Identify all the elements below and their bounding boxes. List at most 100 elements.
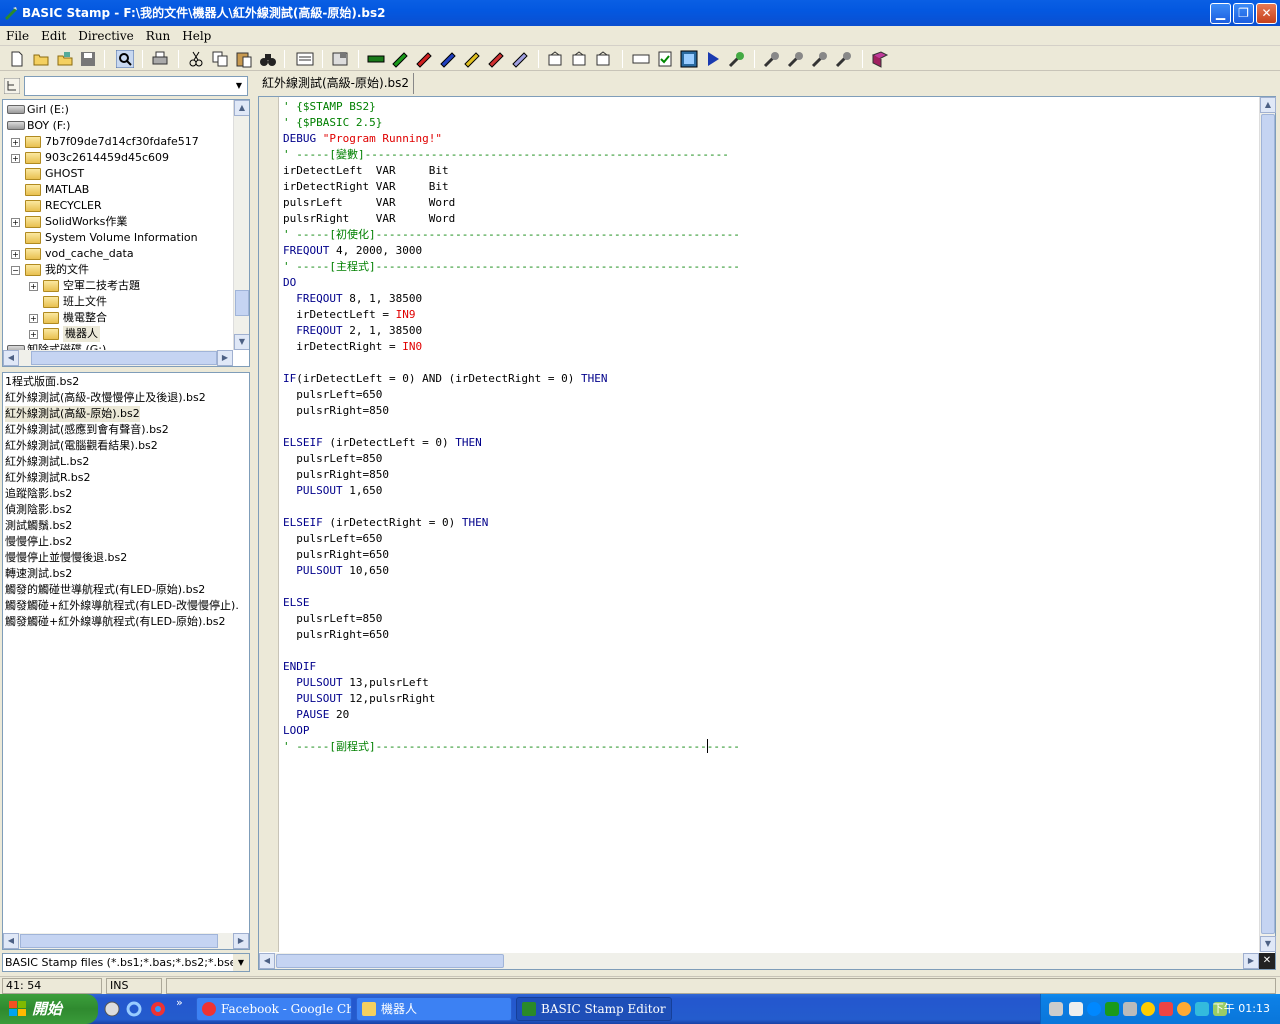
- expand-icon[interactable]: +: [11, 154, 20, 163]
- expand-icon[interactable]: +: [29, 314, 38, 323]
- scroll-down-icon[interactable]: ▼: [234, 334, 249, 350]
- scroll-right-icon[interactable]: ▶: [233, 933, 249, 949]
- scroll-right-icon[interactable]: ▶: [1243, 953, 1259, 969]
- update-icon[interactable]: [1177, 1002, 1191, 1016]
- debug-terminal-3-icon[interactable]: [811, 50, 829, 68]
- file-list-item[interactable]: 偵測陰影.bs2: [5, 502, 72, 518]
- find-icon[interactable]: [116, 50, 134, 68]
- preferences-icon[interactable]: [331, 50, 349, 68]
- print-icon[interactable]: [151, 50, 169, 68]
- file-list-item[interactable]: 紅外線測試(感應到會有聲音).bs2: [5, 422, 169, 438]
- expand-icon[interactable]: +: [29, 330, 38, 339]
- file-list-item[interactable]: 觸發觸碰+紅外線導航程式(有LED-改慢慢停止).: [5, 598, 239, 614]
- quick-launch-more-icon[interactable]: »: [176, 996, 183, 1009]
- file-list-item[interactable]: 轉速測試.bs2: [5, 566, 72, 582]
- file-type-filter[interactable]: BASIC Stamp files (*.bs1;*.bas;*.bs2;*.b…: [2, 953, 250, 972]
- bs2pe-icon[interactable]: [511, 50, 529, 68]
- expand-icon[interactable]: +: [11, 250, 20, 259]
- collapse-icon[interactable]: −: [11, 266, 20, 275]
- scroll-down-icon[interactable]: ▼: [1260, 936, 1276, 952]
- code-editor[interactable]: ' {$STAMP BS2} ' {$PBASIC 2.5} DEBUG "Prog…: [258, 96, 1276, 970]
- paste-icon[interactable]: [235, 50, 253, 68]
- identify-stamp-icon[interactable]: [367, 50, 385, 68]
- copy-icon[interactable]: [211, 50, 229, 68]
- mail-icon[interactable]: [1195, 1002, 1209, 1016]
- bs2e-icon[interactable]: [439, 50, 457, 68]
- title-bar[interactable]: BASIC Stamp - F:\我的文件\機器人\紅外線測試(高級-原始).b…: [0, 0, 1280, 26]
- file-list-item[interactable]: 紅外線測試R.bs2: [5, 470, 90, 486]
- cut-icon[interactable]: [187, 50, 205, 68]
- menu-directive[interactable]: Directive: [72, 26, 140, 43]
- editor-horizontal-scrollbar[interactable]: ◀ ▶: [259, 953, 1259, 969]
- editor-vertical-scrollbar[interactable]: ▲ ▼: [1259, 97, 1276, 952]
- battery-icon[interactable]: [1105, 1002, 1119, 1016]
- bs2p-icon[interactable]: [487, 50, 505, 68]
- file-list-item[interactable]: 慢慢停止並慢慢後退.bs2: [5, 550, 127, 566]
- expand-icon[interactable]: +: [11, 218, 20, 227]
- taskbar-button-folder[interactable]: 機器人: [356, 997, 512, 1021]
- tree-view-icon[interactable]: [4, 78, 20, 94]
- horizontal-scroll-thumb[interactable]: [276, 954, 504, 968]
- menu-edit[interactable]: Edit: [35, 26, 72, 43]
- open-folder-icon[interactable]: [32, 50, 50, 68]
- messenger-icon[interactable]: [1141, 1002, 1155, 1016]
- network-icon[interactable]: [1123, 1002, 1137, 1016]
- file-list-item[interactable]: 測試觸鬚.bs2: [5, 518, 72, 534]
- debug-icon[interactable]: [728, 50, 746, 68]
- binoculars-icon[interactable]: [259, 50, 277, 68]
- file-list-item[interactable]: 紅外線測試L.bs2: [5, 454, 89, 470]
- chevron-down-icon[interactable]: ▼: [231, 77, 247, 95]
- keyboard-icon[interactable]: [1049, 1002, 1063, 1016]
- scroll-right-icon[interactable]: ▶: [217, 350, 233, 366]
- pen-icon[interactable]: [1069, 1002, 1083, 1016]
- file-list-item[interactable]: 紅外線測試(高級-原始).bs2: [5, 406, 140, 422]
- close-editor-icon[interactable]: ✕: [1259, 953, 1275, 969]
- memory-map-icon[interactable]: [296, 50, 314, 68]
- menu-help[interactable]: Help: [176, 26, 217, 43]
- menu-file[interactable]: File: [0, 26, 35, 43]
- file-list-hscroll-thumb[interactable]: [20, 934, 218, 948]
- syntax-check-icon[interactable]: [656, 50, 674, 68]
- file-list-item[interactable]: 觸發的觸碰世導航程式(有LED-原始).bs2: [5, 582, 205, 598]
- minimize-button[interactable]: ▁: [1210, 3, 1231, 24]
- pbasic-25-icon[interactable]: [594, 50, 612, 68]
- ie-icon[interactable]: [126, 1001, 142, 1017]
- tree-horizontal-scrollbar[interactable]: ◀ ▶: [3, 350, 233, 366]
- path-combo[interactable]: ▼: [24, 76, 248, 96]
- memory-icon[interactable]: [680, 50, 698, 68]
- file-list-item[interactable]: 慢慢停止.bs2: [5, 534, 72, 550]
- taskbar-button-basic-stamp[interactable]: BASIC Stamp Editor: [516, 997, 672, 1021]
- bs2-icon[interactable]: [415, 50, 433, 68]
- debug-terminal-4-icon[interactable]: [835, 50, 853, 68]
- open-recent-icon[interactable]: [56, 50, 74, 68]
- close-button[interactable]: ✕: [1256, 3, 1277, 24]
- restore-button[interactable]: ❐: [1233, 3, 1254, 24]
- save-icon[interactable]: [79, 50, 97, 68]
- scroll-left-icon[interactable]: ◀: [3, 933, 19, 949]
- start-button[interactable]: 開始: [0, 994, 98, 1024]
- file-list-item[interactable]: 紅外線測試(電腦觀看結果).bs2: [5, 438, 158, 454]
- chevron-down-icon[interactable]: ▼: [233, 954, 249, 971]
- tree-hscroll-thumb[interactable]: [31, 351, 217, 365]
- taskbar-button-facebook[interactable]: Facebook - Google Ch...: [196, 997, 352, 1021]
- tab-active-file[interactable]: 紅外線測試(高級-原始).bs2: [258, 73, 415, 94]
- scroll-up-icon[interactable]: ▲: [234, 100, 249, 116]
- pbasic-2-icon[interactable]: [570, 50, 588, 68]
- chrome-icon[interactable]: [150, 1001, 166, 1017]
- file-list[interactable]: 1程式版面.bs2 紅外線測試(高級-改慢慢停止及後退).bs2 紅外線測試(高級-…: [2, 372, 250, 950]
- code-area[interactable]: ' {$STAMP BS2} ' {$PBASIC 2.5} DEBUG "Prog…: [283, 99, 1253, 951]
- port-icon[interactable]: [632, 50, 650, 68]
- scroll-left-icon[interactable]: ◀: [259, 953, 275, 969]
- expand-icon[interactable]: +: [11, 138, 20, 147]
- tray-collapse-icon[interactable]: [1087, 1002, 1101, 1016]
- file-list-item[interactable]: 紅外線測試(高級-改慢慢停止及後退).bs2: [5, 390, 206, 406]
- menu-run[interactable]: Run: [140, 26, 177, 43]
- tree-scroll-thumb[interactable]: [235, 290, 249, 316]
- bs2sx-icon[interactable]: [463, 50, 481, 68]
- file-list-item[interactable]: 觸發觸碰+紅外線導航程式(有LED-原始).bs2: [5, 614, 226, 630]
- folder-tree[interactable]: Girl (E:) BOY (F:) +7b7f09de7d14cf30fdafe5…: [2, 99, 250, 367]
- tree-vertical-scrollbar[interactable]: ▲ ▼: [233, 100, 249, 350]
- bs1-icon[interactable]: [391, 50, 409, 68]
- run-icon[interactable]: [704, 50, 722, 68]
- scroll-up-icon[interactable]: ▲: [1260, 97, 1276, 113]
